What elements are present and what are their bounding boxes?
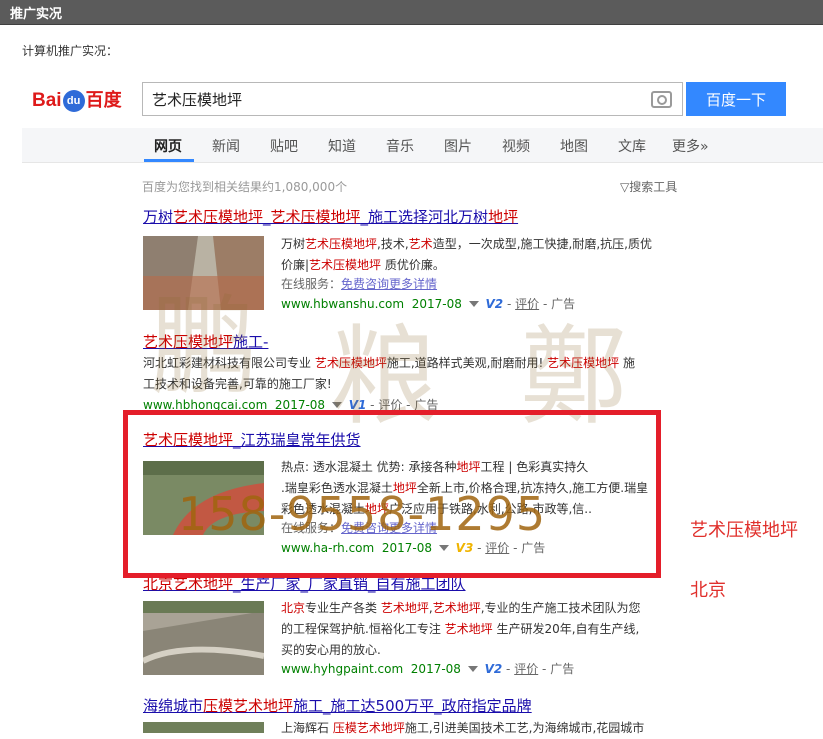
review-link[interactable]: 评价 <box>514 662 538 676</box>
title-keyword: 压模艺术地坪 <box>203 697 294 715</box>
text: ,技术, <box>377 237 409 251</box>
tab-tieba[interactable]: 贴吧 <box>270 136 298 156</box>
tab-web[interactable]: 网页 <box>154 136 182 156</box>
active-tab-indicator <box>144 159 194 162</box>
search-input[interactable] <box>150 89 644 109</box>
tab-more[interactable]: 更多» <box>672 136 709 156</box>
title-part: 施工_施工达500万平_政府指定品牌 <box>293 697 532 715</box>
text: 万树 <box>281 237 306 251</box>
snippet-line: 北京专业生产各类 艺术地坪,艺术地坪,专业的生产施工技术团队为您 <box>281 598 681 619</box>
result-count: 百度为您找到相关结果约1,080,000个 <box>142 180 348 194</box>
keyword: 艺术地坪 <box>380 601 429 615</box>
search-button[interactable]: 百度一下 <box>686 82 786 116</box>
title-part: 万树 <box>143 208 174 226</box>
tab-wenku[interactable]: 文库 <box>618 136 646 156</box>
tab-zhidao[interactable]: 知道 <box>328 136 356 156</box>
search-tools-label: 搜索工具 <box>629 180 678 194</box>
window-titlebar: 推广实况 <box>0 0 823 25</box>
watermark-glyph: 鹏 <box>150 285 259 410</box>
result-snippet: 万树艺术压模地坪,技术,艺术造型，一次成型,施工快捷,耐磨,抗压,质优 价廉|艺… <box>281 234 681 276</box>
keyword: 艺术 <box>408 237 433 251</box>
snippet-line: 的工程保驾护航.恒裕化工专注 艺术地坪 生产研发20年,自有生产线, <box>281 619 681 640</box>
text: ,专业的生产施工技术团队为您 <box>480 601 641 615</box>
text: 造型，一次成型,施工快捷,耐磨,抗压,质优 <box>432 237 652 251</box>
service-label: 在线服务： <box>281 277 342 291</box>
dropdown-arrow-icon[interactable] <box>467 666 478 672</box>
ad-label: 广告 <box>550 662 575 676</box>
text: 价廉| <box>281 258 310 272</box>
result-thumbnail[interactable] <box>143 601 264 675</box>
dropdown-arrow-icon[interactable] <box>468 301 479 307</box>
snippet-line: 上海辉石 压模艺术地坪施工,引进美国技术工艺,为海绵城市,花园城市 <box>281 718 681 739</box>
result-thumbnail[interactable] <box>143 722 264 733</box>
search-tabs: 网页 新闻 贴吧 知道 音乐 图片 视频 地图 文库 更多» <box>22 128 823 163</box>
keyword: 艺术地坪 <box>432 601 481 615</box>
title-keyword: 地坪 <box>488 208 519 226</box>
title-part: _ <box>263 208 271 226</box>
keyword: 艺术压模地坪 <box>305 237 378 251</box>
title-keyword: 艺术压模地坪 <box>270 208 361 226</box>
side-label-keyword: 艺术压模地坪 <box>690 520 798 541</box>
logo-bai-text: Bai <box>32 90 62 111</box>
snippet-line: 万树艺术压模地坪,技术,艺术造型，一次成型,施工快捷,耐磨,抗压,质优 <box>281 234 681 255</box>
tab-news[interactable]: 新闻 <box>212 136 240 156</box>
service-link[interactable]: 免费咨询更多详情 <box>341 277 437 291</box>
side-label-city: 北京 <box>690 580 726 601</box>
snippet-line: 价廉|艺术压模地坪 质优价廉。 <box>281 255 681 276</box>
result-title[interactable]: 海绵城市压模艺术地坪施工_施工达500万平_政府指定品牌 <box>143 695 532 716</box>
phone-number: 158-9558-1295 <box>178 487 547 541</box>
text: 生产研发20年,自有生产线, <box>492 622 640 636</box>
text: 质优价廉。 <box>381 258 445 272</box>
tab-map[interactable]: 地图 <box>560 136 588 156</box>
tab-video[interactable]: 视频 <box>502 136 530 156</box>
v-badge-icon[interactable]: V2 <box>486 297 504 311</box>
title-keyword: 艺术压模地坪 <box>173 208 264 226</box>
camera-icon[interactable] <box>651 91 672 108</box>
tab-images[interactable]: 图片 <box>444 136 472 156</box>
result-date: 2017-08 <box>410 662 461 676</box>
result-title[interactable]: 万树艺术压模地坪_艺术压模地坪_施工选择河北万树地坪 <box>143 206 518 227</box>
v-badge-icon[interactable]: V2 <box>485 662 503 676</box>
keyword: 艺术压模地坪 <box>309 258 382 272</box>
snippet-line: 买的安心用的放心. <box>281 643 381 657</box>
result-snippet: 上海辉石 压模艺术地坪施工,引进美国技术工艺,为海绵城市,花园城市 <box>281 718 681 739</box>
result-url[interactable]: www.hyhgpaint.com <box>281 662 403 676</box>
keyword: 艺术地坪 <box>444 622 493 636</box>
search-box[interactable] <box>142 82 683 116</box>
text: 的工程保驾护航.恒裕化工专注 <box>281 622 445 636</box>
title-part: 海绵城市 <box>143 697 204 715</box>
text: 专业生产各类 <box>305 601 381 615</box>
paw-icon: du <box>62 90 85 112</box>
search-tools[interactable]: ▽搜索工具 <box>620 178 677 195</box>
logo-cn-text: 百度 <box>85 90 122 111</box>
keyword: 北京 <box>281 601 306 615</box>
result-meta: www.hyhgpaint.com 2017-08 V2 - 评价 - 广告 <box>281 662 575 676</box>
window-title: 推广实况 <box>10 7 63 22</box>
baidu-logo[interactable]: Bai du 百度 <box>32 86 122 114</box>
section-label: 计算机推广实况： <box>22 44 119 58</box>
filter-icon: ▽ <box>620 180 630 194</box>
tab-music[interactable]: 音乐 <box>386 136 414 156</box>
title-part: _施工选择河北万树 <box>360 208 489 226</box>
result-snippet: 北京专业生产各类 艺术地坪,艺术地坪,专业的生产施工技术团队为您 的工程保驾护航… <box>281 598 681 661</box>
